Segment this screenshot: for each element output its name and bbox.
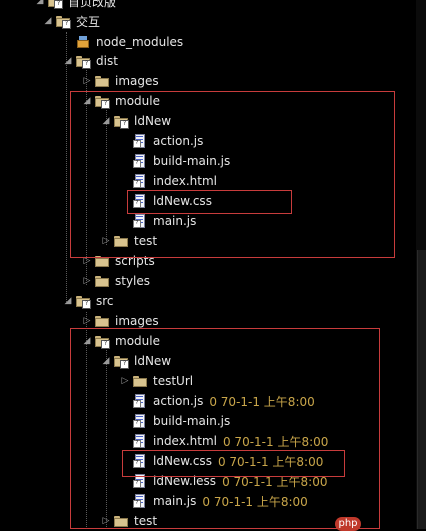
folder-icon: ?	[76, 54, 91, 69]
collapse-arrow-icon[interactable]: ◢	[34, 0, 46, 8]
folder-icon: ?	[48, 0, 63, 9]
expand-arrow-icon[interactable]: ▷	[81, 74, 93, 88]
tree-item-label: src	[96, 294, 114, 308]
tree-item-dist-images[interactable]: ▷ images	[81, 71, 159, 91]
collapse-arrow-icon[interactable]: ◢	[62, 54, 74, 68]
tree-item-label: styles	[115, 274, 151, 288]
tree-item-label: dist	[96, 54, 118, 68]
folder-icon: ?	[76, 294, 91, 309]
highlight-box	[70, 91, 395, 258]
collapse-arrow-icon[interactable]: ◢	[62, 294, 74, 308]
scrollbar-thumb[interactable]	[417, 250, 426, 529]
tree-item-label: node_modules	[96, 35, 184, 49]
highlight-box	[127, 190, 292, 214]
tree-item-label: 交互	[76, 14, 101, 29]
tree-item-label: 首页改版	[68, 0, 117, 9]
expand-arrow-icon[interactable]: ▷	[81, 314, 93, 328]
folder-icon	[95, 74, 109, 88]
folder-icon	[95, 274, 109, 288]
expand-arrow-icon[interactable]: ▷	[81, 274, 93, 288]
tree-item-label: images	[115, 314, 159, 328]
tree-item-root[interactable]: ◢ ? 首页改版	[34, 0, 116, 11]
tree-item-dist[interactable]: ◢ ? dist	[62, 51, 118, 71]
library-icon	[76, 35, 90, 49]
highlight-box	[70, 328, 380, 529]
folder-icon	[95, 314, 109, 328]
tree-item-label: images	[115, 74, 159, 88]
tree-item-src[interactable]: ◢ ? src	[62, 291, 114, 311]
folder-icon: ?	[56, 14, 71, 29]
collapse-arrow-icon[interactable]: ◢	[42, 14, 54, 28]
tree-item-node-modules[interactable]: node_modules	[62, 32, 183, 52]
tree-item-styles[interactable]: ▷ styles	[81, 271, 151, 291]
tree-guide	[66, 32, 68, 302]
tree-item-jiaohu[interactable]: ◢ ? 交互	[42, 11, 100, 31]
highlight-box	[122, 450, 345, 477]
